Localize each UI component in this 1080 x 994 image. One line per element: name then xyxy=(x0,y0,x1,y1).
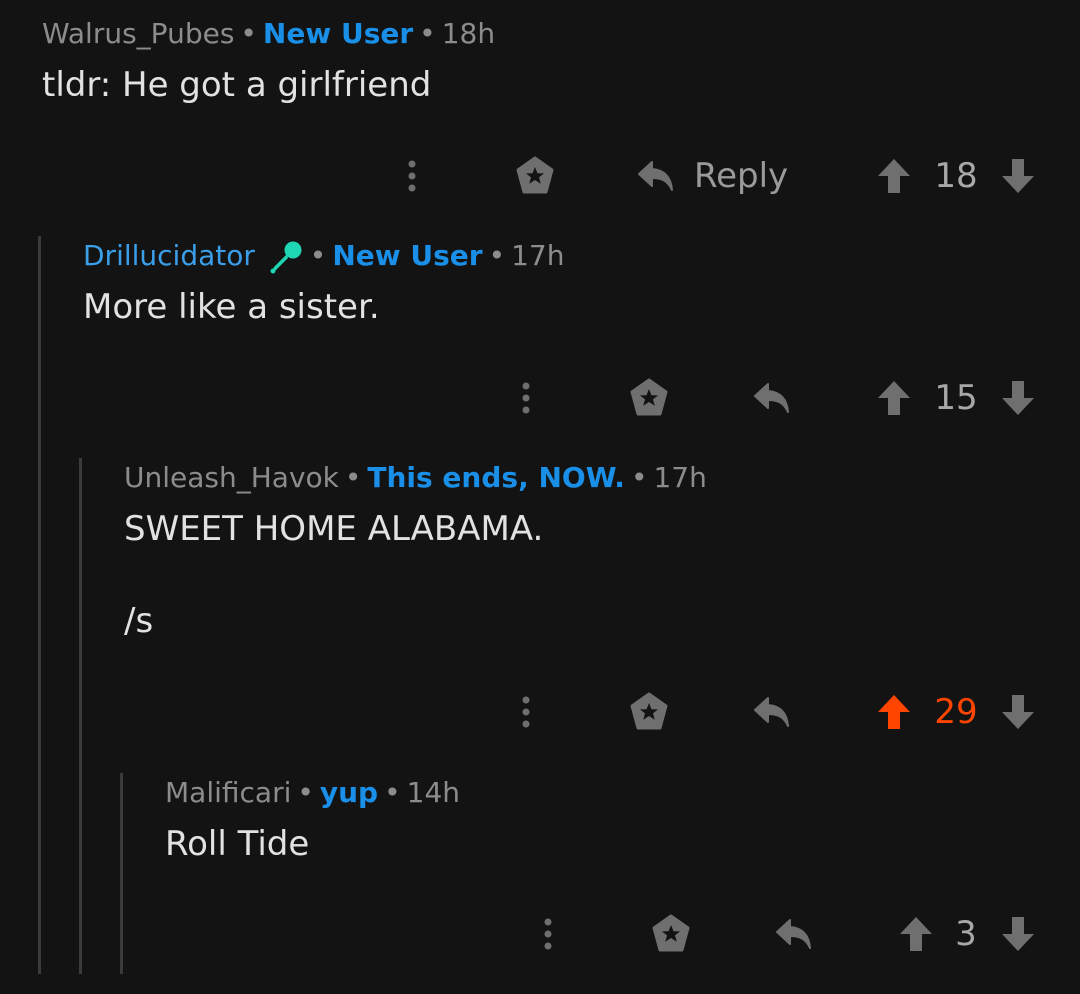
user-flair: yup xyxy=(319,776,379,809)
downvote-button[interactable] xyxy=(996,146,1040,206)
downvote-button[interactable] xyxy=(996,368,1040,428)
separator-dot: • xyxy=(488,239,506,272)
comment: Unleash_Havok • This ends, NOW. • 17h SWEET … xyxy=(124,458,1080,658)
comment-time: 17h xyxy=(653,461,707,494)
comment-actions: 3 xyxy=(0,904,1080,964)
reply-icon xyxy=(754,383,789,413)
more-options-icon xyxy=(408,160,416,192)
comment: Drillucidator • New User • 17h More like a … xyxy=(83,236,1080,336)
reply-button[interactable] xyxy=(750,682,794,742)
comment-meta: Malificari • yup • 14h xyxy=(165,773,460,813)
comment-body: Roll Tide xyxy=(165,824,310,864)
comment-meta: Unleash_Havok • This ends, NOW. • 17h xyxy=(124,458,707,498)
downvote-button[interactable] xyxy=(996,904,1040,964)
reply-button[interactable] xyxy=(750,368,794,428)
comment: Malificari • yup • 14h Roll Tide xyxy=(165,773,1080,873)
separator-dot: • xyxy=(297,776,314,809)
comment-time: 18h xyxy=(441,17,496,50)
comment-author[interactable]: Unleash_Havok xyxy=(124,461,339,494)
more-options-button[interactable] xyxy=(506,368,546,428)
more-options-icon xyxy=(522,382,530,414)
separator-dot: • xyxy=(384,776,401,809)
downvote-button[interactable] xyxy=(996,682,1040,742)
comment-meta: Drillucidator • New User • 17h xyxy=(83,236,564,276)
downvote-arrow-icon xyxy=(1002,917,1034,951)
user-flair: New User xyxy=(262,17,414,50)
more-options-button[interactable] xyxy=(392,146,432,206)
more-options-icon xyxy=(522,696,530,728)
microphone-icon xyxy=(268,240,304,274)
upvote-button[interactable] xyxy=(872,146,916,206)
award-button[interactable] xyxy=(510,146,560,206)
reply-button[interactable] xyxy=(772,904,816,964)
downvote-arrow-icon xyxy=(1002,381,1034,415)
downvote-arrow-icon xyxy=(1002,159,1034,193)
comment-body: tldr: He got a girlfriend xyxy=(42,65,432,105)
award-icon xyxy=(652,914,690,952)
vote-score: 3 xyxy=(955,914,977,954)
comment-actions: Reply 18 xyxy=(0,146,1080,206)
more-options-icon xyxy=(544,918,552,950)
vote-score: 18 xyxy=(934,156,978,196)
vote-score: 29 xyxy=(934,692,978,732)
award-icon xyxy=(630,378,668,416)
reply-icon xyxy=(754,697,789,727)
comment-actions: 29 xyxy=(0,682,1080,742)
upvote-button[interactable] xyxy=(894,904,938,964)
award-icon xyxy=(630,692,668,730)
more-options-button[interactable] xyxy=(528,904,568,964)
award-button[interactable] xyxy=(646,904,696,964)
separator-dot: • xyxy=(344,461,362,494)
reply-icon xyxy=(638,161,673,191)
upvote-arrow-icon xyxy=(900,917,932,951)
comment-time: 14h xyxy=(406,776,460,809)
upvote-arrow-icon xyxy=(878,381,910,415)
reply-icon xyxy=(776,919,811,949)
vote-score: 15 xyxy=(934,378,978,418)
comment-author[interactable]: Drillucidator xyxy=(83,239,255,272)
separator-dot: • xyxy=(630,461,648,494)
thread-line-level-1[interactable] xyxy=(38,236,41,974)
separator-dot: • xyxy=(240,17,257,50)
comment-actions: 15 xyxy=(0,368,1080,428)
more-options-button[interactable] xyxy=(506,682,546,742)
comment-body: More like a sister. xyxy=(83,287,380,327)
reply-button[interactable]: Reply xyxy=(636,146,796,206)
award-button[interactable] xyxy=(624,368,674,428)
user-flair: New User xyxy=(332,239,483,272)
upvote-button[interactable] xyxy=(872,682,916,742)
separator-dot: • xyxy=(419,17,436,50)
comment-time: 17h xyxy=(511,239,565,272)
upvote-arrow-icon xyxy=(878,695,910,729)
comment-author[interactable]: Malificari xyxy=(165,776,291,809)
award-icon xyxy=(516,156,554,194)
upvote-arrow-icon xyxy=(878,159,910,193)
comment-author[interactable]: Walrus_Pubes xyxy=(42,17,234,50)
comment-meta: Walrus_Pubes • New User • 18h xyxy=(42,14,495,54)
award-button[interactable] xyxy=(624,682,674,742)
separator-dot: • xyxy=(309,239,327,272)
upvote-button[interactable] xyxy=(872,368,916,428)
reply-label: Reply xyxy=(694,156,789,196)
comment-body: SWEET HOME ALABAMA. /s xyxy=(124,509,544,641)
comment-thread: Walrus_Pubes • New User • 18h tldr: He got a… xyxy=(0,0,1080,994)
user-flair: This ends, NOW. xyxy=(367,461,625,494)
downvote-arrow-icon xyxy=(1002,695,1034,729)
